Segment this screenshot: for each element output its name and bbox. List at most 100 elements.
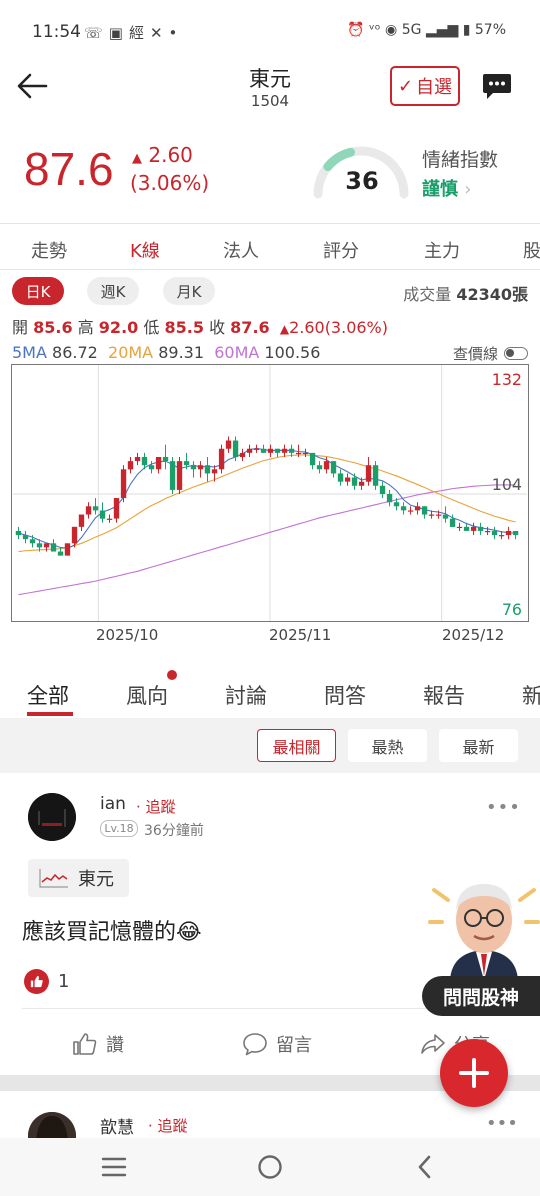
sort-latest[interactable]: 最新 <box>439 729 518 762</box>
toggle-switch[interactable] <box>504 347 528 360</box>
candle-body <box>162 456 169 462</box>
candle-body <box>309 452 316 466</box>
period-weekly[interactable]: 週K <box>87 277 139 305</box>
post-username[interactable]: ian <box>100 794 126 814</box>
content-tab-wind[interactable]: 風向 <box>126 680 168 710</box>
sort-bar: 最相關 最熱 最新 <box>0 718 540 773</box>
sentiment-label[interactable]: 謹慎 › <box>422 175 471 201</box>
add-post-button[interactable] <box>440 1039 508 1107</box>
candle-body <box>435 514 442 516</box>
candle-body <box>414 506 421 511</box>
x-tick-label: 2025/10 <box>96 626 159 644</box>
candle-body <box>50 543 57 552</box>
avatar-image <box>28 793 76 841</box>
more-options-icon[interactable]: ••• <box>486 797 521 818</box>
recent-apps-icon[interactable] <box>101 1156 127 1178</box>
stock-guru-mascot[interactable] <box>428 870 540 980</box>
candle-body <box>365 465 372 482</box>
mini-chart-icon <box>39 869 68 888</box>
alarm-icon: ⏰ <box>347 22 365 38</box>
signal-icon: ▂▄▆ <box>425 22 459 38</box>
candle-body <box>225 440 232 449</box>
content-tab-new[interactable]: 新 <box>522 680 540 710</box>
main-tabs: 走勢 K線 法人 評分 主力 股 <box>0 225 540 270</box>
candle-body <box>99 510 106 519</box>
sort-relevant[interactable]: 最相關 <box>257 729 336 762</box>
check-icon: ✓ <box>397 75 414 97</box>
ma60-line <box>18 484 516 596</box>
tab-trend[interactable]: 走勢 <box>31 237 67 263</box>
kline-chart[interactable]: 132 104 76 <box>11 364 529 622</box>
candle-body <box>239 452 246 457</box>
notification-dot <box>167 670 177 680</box>
plus-icon <box>459 1058 489 1088</box>
ma20-value: 89.31 <box>158 343 205 362</box>
close-label: 收 <box>209 318 226 337</box>
hotspot-icon: ◉ <box>385 22 398 38</box>
watchlist-button[interactable]: ✓ 自選 <box>390 66 460 106</box>
content-tab-discuss[interactable]: 討論 <box>225 680 267 710</box>
comment-button[interactable]: 留言 <box>242 1031 312 1057</box>
network-type: 5G <box>401 22 422 38</box>
close-value: 87.6 <box>230 318 270 337</box>
ask-guru-button[interactable]: 問問股神 <box>422 976 540 1016</box>
candle-body <box>218 448 225 470</box>
battery-icon: ▮ <box>462 22 471 38</box>
candle-body <box>372 465 379 486</box>
tab-major[interactable]: 主力 <box>424 237 460 263</box>
open-label: 開 <box>12 318 29 337</box>
candle-body <box>463 526 470 531</box>
candle-body <box>78 514 85 527</box>
candle-body <box>246 448 253 453</box>
content-tab-all[interactable]: 全部 <box>27 680 69 710</box>
candle-body <box>484 531 491 533</box>
home-icon[interactable] <box>257 1154 283 1180</box>
status-time: 11:54 <box>32 22 81 42</box>
sort-hot[interactable]: 最熱 <box>348 729 427 762</box>
post-username[interactable]: 歆慧 <box>100 1113 134 1138</box>
tab-institutional[interactable]: 法人 <box>223 237 259 263</box>
candle-body <box>428 514 435 516</box>
y-tick-label: 132 <box>492 370 522 389</box>
follow-button[interactable]: · 追蹤 <box>136 796 176 817</box>
candle-body <box>169 461 176 490</box>
y-tick-label: 104 <box>492 475 522 494</box>
tab-stock[interactable]: 股 <box>523 237 540 263</box>
tab-kline[interactable]: K線 <box>130 237 160 263</box>
stock-tag-label: 東元 <box>78 869 114 890</box>
like-button[interactable]: 讚 <box>72 1031 124 1057</box>
candle-body <box>211 469 218 474</box>
ma60-value: 100.56 <box>264 343 321 362</box>
back-nav-icon[interactable] <box>414 1154 436 1180</box>
volume-value: 42340張 <box>456 285 528 304</box>
ohlc-row: 開 85.6 高 92.0 低 85.5 收 87.6 ▲2.60(3.06%) <box>12 314 388 338</box>
candle-body <box>386 493 393 503</box>
candle-body <box>358 481 365 486</box>
candle-body <box>323 461 330 470</box>
period-monthly[interactable]: 月K <box>163 277 215 305</box>
volume-label: 成交量 <box>403 285 452 304</box>
price-change: ▲ 2.60 <box>132 143 193 167</box>
comment-icon <box>243 1033 267 1056</box>
price-line-toggle[interactable]: 查價線 <box>453 343 528 364</box>
candle-body <box>281 448 288 453</box>
tab-rating[interactable]: 評分 <box>323 237 359 263</box>
stock-tag[interactable]: 東元 <box>28 859 129 897</box>
period-daily[interactable]: 日K <box>12 277 64 305</box>
content-tab-report[interactable]: 報告 <box>423 680 465 710</box>
content-tab-qa[interactable]: 問答 <box>324 680 366 710</box>
candle-body <box>57 551 64 556</box>
candle-body <box>71 526 78 544</box>
more-options-icon[interactable]: ••• <box>486 1113 518 1134</box>
chat-bubble-icon <box>483 74 511 99</box>
notification-icons: ☏▣經✕• <box>84 22 183 43</box>
share-icon <box>421 1034 445 1054</box>
post-content: 應該買記憶體的😂 <box>22 920 202 945</box>
follow-button[interactable]: · 追蹤 <box>148 1115 188 1136</box>
like-label: 讚 <box>106 1035 124 1056</box>
x-tick-label: 2025/11 <box>269 626 332 644</box>
candle-body <box>421 506 428 515</box>
chat-button[interactable] <box>481 71 513 101</box>
thumbs-up-outline-icon <box>73 1033 97 1055</box>
avatar[interactable] <box>28 793 76 841</box>
